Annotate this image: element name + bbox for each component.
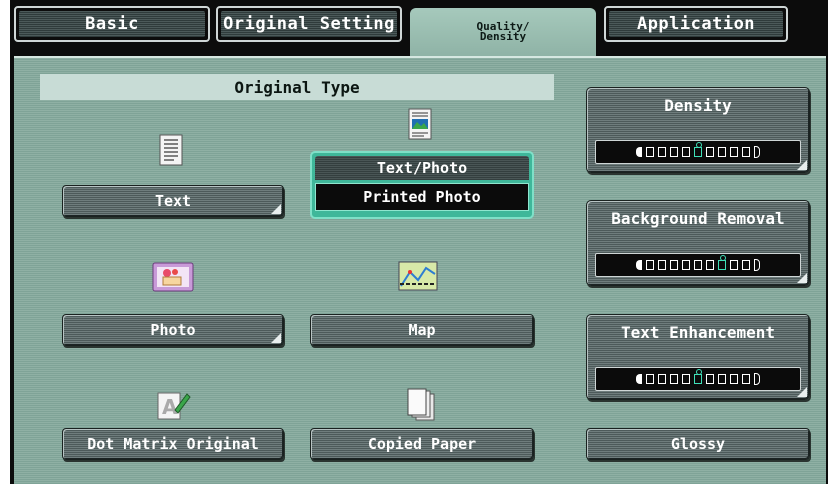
meter-cell <box>730 374 738 384</box>
tab-quality-density[interactable]: Quality/ Density <box>410 8 596 56</box>
background-removal-label: Background Removal <box>611 209 785 228</box>
density-label: Density <box>664 96 732 115</box>
map-button-label: Map <box>408 321 436 339</box>
meter-cell-selected <box>694 369 702 384</box>
meter-cell <box>706 260 714 270</box>
meter-cell <box>646 260 654 270</box>
copier-screen: Basic Original Setting Quality/ Density … <box>10 0 828 484</box>
meter-cell <box>658 374 666 384</box>
meter-cell <box>670 147 678 157</box>
meter-cell <box>718 147 726 157</box>
meter-cell <box>706 147 714 157</box>
document-text-icon <box>159 134 183 166</box>
dot-matrix-original-label: Dot Matrix Original <box>87 435 259 453</box>
tab-basic[interactable]: Basic <box>14 6 210 42</box>
tab-original-setting[interactable]: Original Setting <box>216 6 402 42</box>
meter-cell <box>706 374 714 384</box>
tab-application-label: Application <box>609 11 783 37</box>
photo-button[interactable]: Photo <box>62 314 284 346</box>
meter-cell <box>694 260 702 270</box>
tab-quality-density-label-wrap: Quality/ Density <box>410 8 596 56</box>
meter-cell <box>730 260 738 270</box>
meter-cell <box>730 147 738 157</box>
copied-paper-icon <box>407 388 435 421</box>
printed-photo-label: Printed Photo <box>363 188 481 206</box>
photo-album-icon <box>152 262 194 292</box>
dot-matrix-icon: A <box>157 392 191 420</box>
printed-photo-option[interactable]: Printed Photo <box>315 183 529 211</box>
meter-left-cap <box>636 147 642 157</box>
corner-indicator-icon <box>271 333 281 343</box>
corner-indicator-icon <box>797 387 807 397</box>
map-button[interactable]: Map <box>310 314 534 346</box>
meter-cell <box>742 147 750 157</box>
copied-paper-label: Copied Paper <box>367 435 477 453</box>
meter-cell-selected <box>694 142 702 157</box>
meter-cell <box>742 260 750 270</box>
meter-cell <box>670 260 678 270</box>
tab-basic-label: Basic <box>19 11 205 37</box>
tab-original-setting-label: Original Setting <box>221 11 397 37</box>
meter-cell <box>646 147 654 157</box>
density-button[interactable]: Density <box>586 87 810 173</box>
background-removal-level-meter <box>595 253 801 277</box>
meter-cell <box>682 147 690 157</box>
meter-cell-selected <box>718 255 726 270</box>
photo-button-label: Photo <box>150 321 196 339</box>
copied-paper-button[interactable]: Copied Paper <box>310 428 534 460</box>
meter-right-cap <box>754 146 760 158</box>
meter-cell <box>646 374 654 384</box>
meter-cell <box>670 374 678 384</box>
text-photo-button[interactable]: Text/Photo Printed Photo <box>310 151 534 219</box>
tab-strip: Basic Original Setting Quality/ Density … <box>10 0 828 56</box>
text-enhancement-level-meter <box>595 367 801 391</box>
meter-cell <box>682 374 690 384</box>
background-removal-button[interactable]: Background Removal <box>586 200 810 286</box>
glossy-button-label: Glossy <box>670 435 726 453</box>
density-level-meter <box>595 140 801 164</box>
meter-right-cap <box>754 373 760 385</box>
meter-cell <box>658 260 666 270</box>
svg-text:A: A <box>162 395 178 419</box>
meter-cell <box>682 260 690 270</box>
text-enhancement-label: Text Enhancement <box>620 323 776 342</box>
map-icon <box>398 261 438 291</box>
text-photo-label: Text/Photo <box>315 156 529 180</box>
meter-cell <box>718 374 726 384</box>
meter-left-cap <box>636 374 642 384</box>
glossy-button[interactable]: Glossy <box>586 428 810 460</box>
meter-right-cap <box>754 259 760 271</box>
text-photo-icon <box>408 108 432 140</box>
text-enhancement-button[interactable]: Text Enhancement <box>586 314 810 400</box>
corner-indicator-icon <box>797 273 807 283</box>
quality-density-panel: Original Type Text Text/Photo Printed Ph… <box>14 56 826 484</box>
original-type-header: Original Type <box>40 74 554 100</box>
meter-cell <box>658 147 666 157</box>
meter-cell <box>742 374 750 384</box>
dot-matrix-original-button[interactable]: Dot Matrix Original <box>62 428 284 460</box>
meter-left-cap <box>636 260 642 270</box>
text-button[interactable]: Text <box>62 185 284 217</box>
tab-quality-density-line2: Density <box>479 30 527 43</box>
corner-indicator-icon <box>797 160 807 170</box>
text-button-label: Text <box>154 192 192 210</box>
tab-application[interactable]: Application <box>604 6 788 42</box>
corner-indicator-icon <box>271 204 281 214</box>
